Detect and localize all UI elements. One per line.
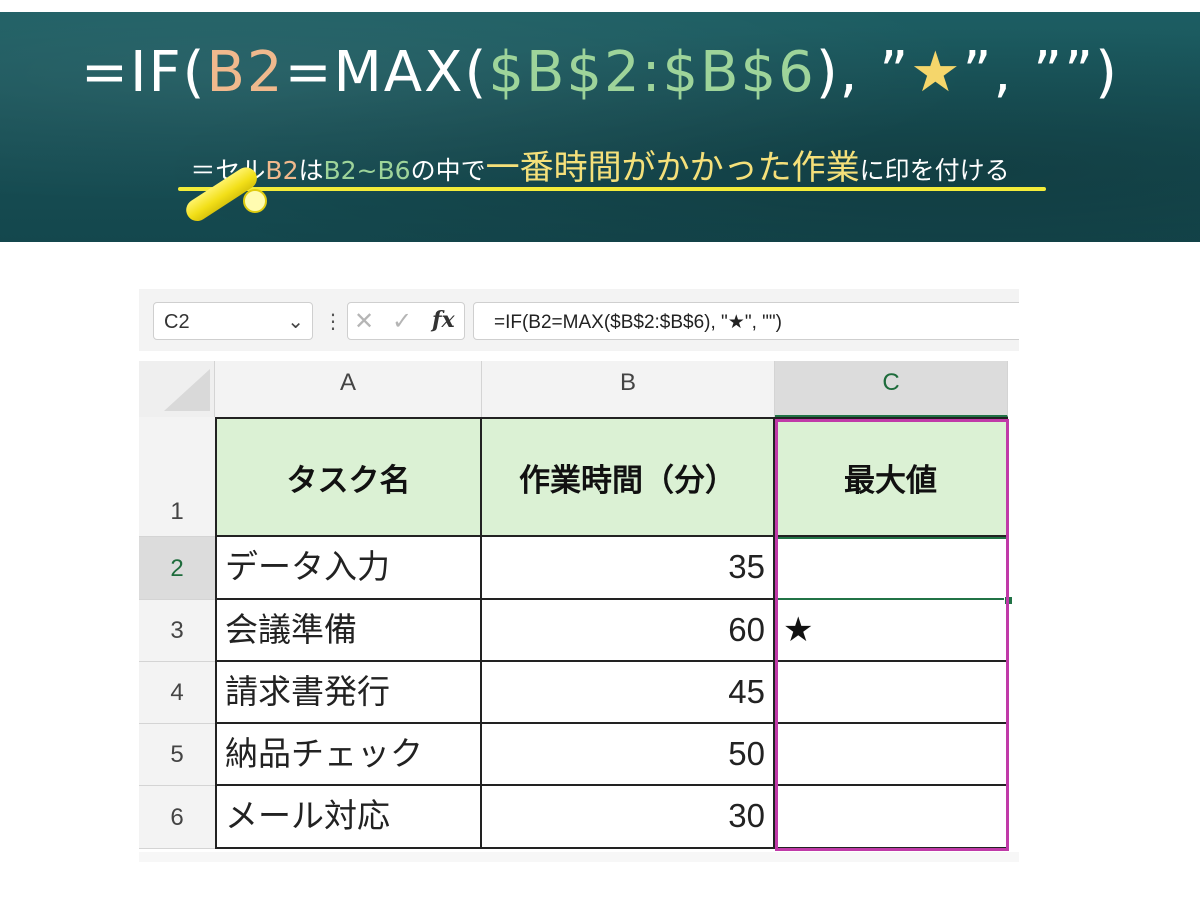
chevron-down-icon[interactable]: ⌄ [287,309,304,333]
cell-a6[interactable]: メール対応 [215,786,482,849]
desc-range: B2~B6 [323,156,411,185]
fill-handle[interactable] [1004,596,1013,605]
chalk-tip [243,189,267,213]
cell-b4[interactable]: 45 [482,662,775,724]
cell-a5[interactable]: 納品チェック [215,724,482,786]
row-header-4[interactable]: 4 [139,662,215,724]
cell-c4[interactable] [775,662,1008,724]
more-options-icon[interactable]: ⋮ [323,309,343,333]
column-header-c[interactable]: C [775,361,1008,417]
formula-buttons: ✕ ✓ fx [347,302,465,340]
cell-c3[interactable]: ★ [775,600,1008,662]
grid-gap [139,351,1019,361]
cell-c2[interactable] [775,537,1008,600]
cancel-icon[interactable]: ✕ [354,307,374,335]
formula-bar: C2 ⌄ ⋮ ✕ ✓ fx =IF(B2=MAX($B$2:$B$6), "★"… [139,289,1019,351]
cell-a4[interactable]: 請求書発行 [215,662,482,724]
desc-emphasis: 一番時間がかかった作業 [485,148,860,188]
banner-formula: =IF(B2=MAX($B$2:$B$6), ”★”, ””) [0,40,1200,105]
cell-b2[interactable]: 35 [482,537,775,600]
banner-formula-star: ★ [910,40,963,105]
row-header-1[interactable]: 1 [139,417,215,537]
formula-input[interactable]: =IF(B2=MAX($B$2:$B$6), "★", "") [473,302,1019,340]
check-icon[interactable]: ✓ [392,307,412,335]
cell-c5[interactable] [775,724,1008,786]
banner-formula-part: ”, ””) [962,40,1119,105]
banner-top-strip [0,0,1200,12]
cell-a1[interactable]: タスク名 [215,417,482,537]
chalk-underline [178,187,1046,191]
desc-ref-b2: B2 [265,156,299,185]
banner-formula-part: ), ” [815,40,911,105]
row-header-2[interactable]: 2 [139,537,215,600]
desc-text: の中で [410,156,486,185]
banner-formula-part: =IF( [81,40,207,105]
banner-description: ＝セルB2はB2~B6の中で一番時間がかかった作業に印を付ける [0,140,1200,189]
cell-b6[interactable]: 30 [482,786,775,849]
excel-sheet: C2 ⌄ ⋮ ✕ ✓ fx =IF(B2=MAX($B$2:$B$6), "★"… [139,289,1019,862]
cell-a2[interactable]: データ入力 [215,537,482,600]
cell-c1[interactable]: 最大値 [775,417,1008,537]
name-box[interactable]: C2 ⌄ [153,302,313,340]
row-header-5[interactable]: 5 [139,724,215,786]
column-header-a[interactable]: A [215,361,482,417]
cell-b5[interactable]: 50 [482,724,775,786]
formula-text: =IF(B2=MAX($B$2:$B$6), "★", "") [494,312,782,333]
cell-a3[interactable]: 会議準備 [215,600,482,662]
banner-formula-ref-b2: B2 [206,40,285,105]
select-all-button[interactable] [139,361,215,417]
cell-c6[interactable] [775,786,1008,849]
desc-text: は [298,156,324,185]
column-header-b[interactable]: B [482,361,775,417]
next-row-edge [139,852,1019,862]
name-box-value: C2 [164,311,190,333]
row-header-3[interactable]: 3 [139,600,215,662]
cell-b3[interactable]: 60 [482,600,775,662]
banner-formula-range: $B$2:$B$6 [488,40,816,105]
banner-formula-part: =MAX( [284,40,489,105]
cell-b1[interactable]: 作業時間（分） [482,417,775,537]
desc-text: に印を付ける [859,156,1010,185]
chalkboard-banner: =IF(B2=MAX($B$2:$B$6), ”★”, ””) ＝セルB2はB2… [0,0,1200,242]
row-header-6[interactable]: 6 [139,786,215,849]
insert-function-icon[interactable]: fx [432,307,455,333]
